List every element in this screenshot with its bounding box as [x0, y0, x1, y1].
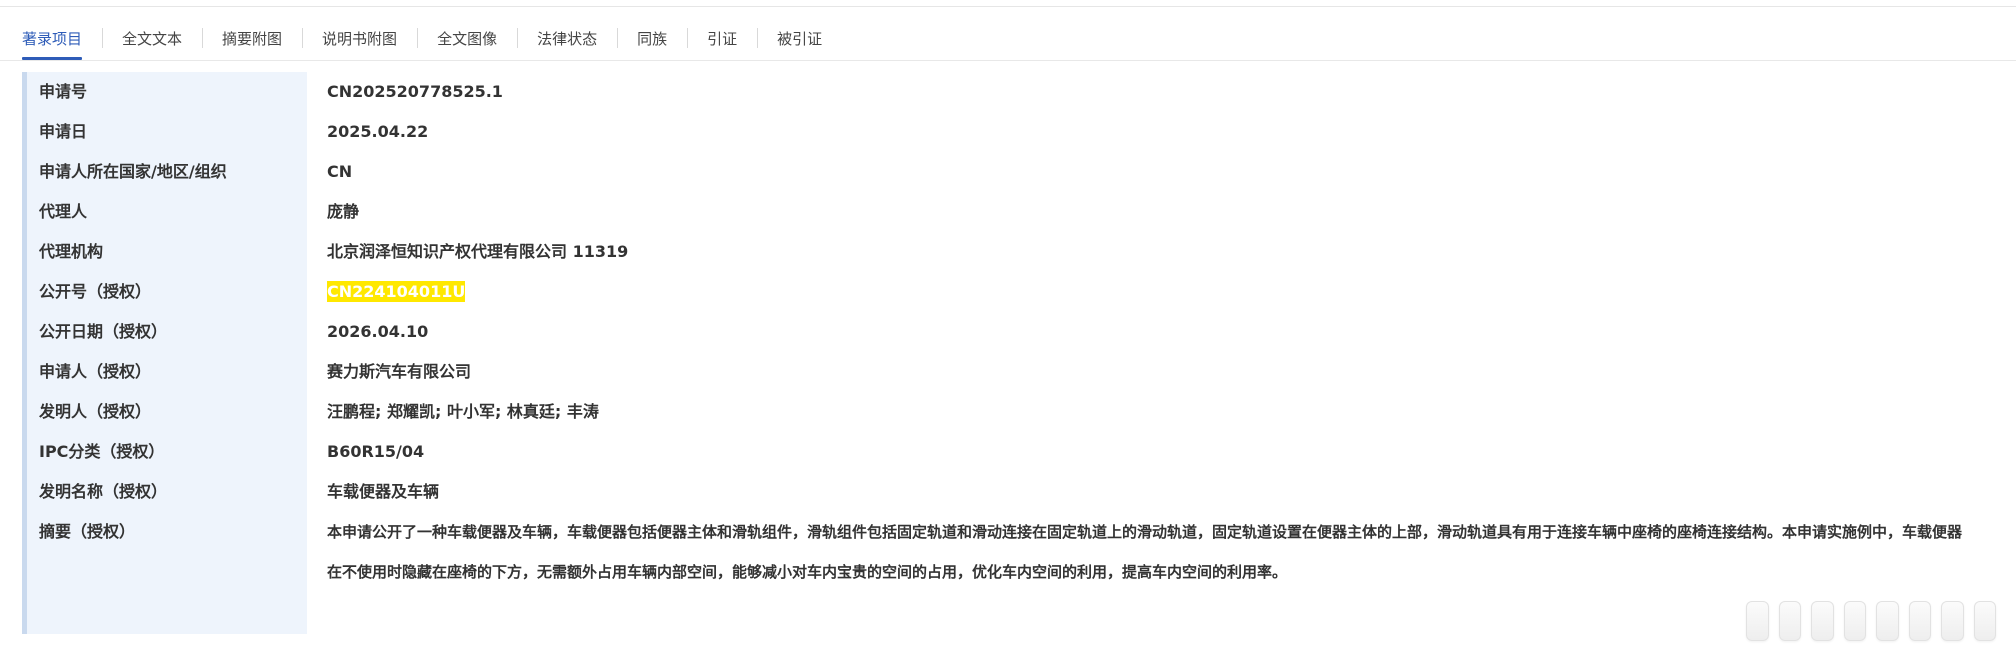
field-value: CN224104011U [307, 272, 1993, 312]
toolbar-button[interactable] [1746, 601, 1769, 641]
row-ipc: IPC分类（授权） B60R15/04 [27, 432, 1993, 472]
row-applicant: 申请人（授权） 赛力斯汽车有限公司 [27, 352, 1993, 392]
field-label: 申请号 [27, 72, 307, 112]
bibliographic-table: 申请号 CN202520778525.1 申请日 2025.04.22 申请人所… [22, 72, 1993, 634]
field-label: 申请人所在国家/地区/组织 [27, 152, 307, 192]
row-abstract: 摘要（授权） 本申请公开了一种车载便器及车辆，车载便器包括便器主体和滑轨组件，滑… [27, 512, 1993, 634]
field-value: 庞静 [327, 202, 360, 221]
row-application-no: 申请号 CN202520778525.1 [27, 72, 1993, 112]
field-label: 申请人（授权） [27, 352, 307, 392]
toolbar-button[interactable] [1843, 601, 1866, 641]
tab-family[interactable]: 同族 [617, 22, 687, 62]
tab-divider [0, 60, 2016, 61]
field-value: 车载便器及车辆 [327, 482, 440, 501]
tab-legal-status[interactable]: 法律状态 [517, 22, 617, 62]
field-value: CN202520778525.1 [327, 82, 503, 101]
toolbar-button[interactable] [1908, 601, 1931, 641]
row-agency: 代理机构 北京润泽恒知识产权代理有限公司 11319 [27, 232, 1993, 272]
toolbar-button[interactable] [1778, 601, 1801, 641]
tab-full-image[interactable]: 全文图像 [417, 22, 517, 62]
field-label: 发明名称（授权） [27, 472, 307, 512]
field-label: 申请日 [27, 112, 307, 152]
tab-description-figures[interactable]: 说明书附图 [302, 22, 417, 62]
field-label: 公开日期（授权） [27, 312, 307, 352]
toolbar-button[interactable] [1811, 601, 1834, 641]
tab-bar: 著录项目 全文文本 摘要附图 说明书附图 全文图像 法律状态 同族 引证 被引证 [20, 22, 842, 62]
row-agent: 代理人 庞静 [27, 192, 1993, 232]
tab-bibliographic[interactable]: 著录项目 [20, 22, 102, 62]
field-label: 摘要（授权） [27, 512, 307, 634]
publication-no-highlight[interactable]: CN224104011U [327, 281, 466, 302]
row-application-date: 申请日 2025.04.22 [27, 112, 1993, 152]
row-applicant-country: 申请人所在国家/地区/组织 CN [27, 152, 1993, 192]
field-value: 北京润泽恒知识产权代理有限公司 11319 [327, 242, 629, 261]
toolbar-button[interactable] [1941, 601, 1964, 641]
floating-toolbar [1746, 596, 1996, 646]
tab-citations[interactable]: 引证 [687, 22, 757, 62]
row-publication-no: 公开号（授权） CN224104011U [27, 272, 1993, 312]
tab-cited-by[interactable]: 被引证 [757, 22, 842, 62]
top-divider [0, 6, 2016, 7]
row-title: 发明名称（授权） 车载便器及车辆 [27, 472, 1993, 512]
field-value: 2026.04.10 [327, 322, 429, 341]
field-value: B60R15/04 [327, 442, 425, 461]
row-inventors: 发明人（授权） 汪鹏程; 郑耀凯; 叶小军; 林真廷; 丰涛 [27, 392, 1993, 432]
toolbar-button[interactable] [1876, 601, 1899, 641]
field-value: 汪鹏程; 郑耀凯; 叶小军; 林真廷; 丰涛 [327, 402, 599, 421]
field-label: 发明人（授权） [27, 392, 307, 432]
field-label: 代理人 [27, 192, 307, 232]
field-value: CN [327, 162, 353, 181]
field-label: 代理机构 [27, 232, 307, 272]
field-label: 公开号（授权） [27, 272, 307, 312]
abstract-text: 本申请公开了一种车载便器及车辆，车载便器包括便器主体和滑轨组件，滑轨组件包括固定… [327, 523, 1963, 581]
field-value: 2025.04.22 [327, 122, 429, 141]
toolbar-button[interactable] [1973, 601, 1996, 641]
tab-abstract-figures[interactable]: 摘要附图 [202, 22, 302, 62]
field-label: IPC分类（授权） [27, 432, 307, 472]
field-value: 赛力斯汽车有限公司 [327, 362, 472, 381]
tab-full-text[interactable]: 全文文本 [102, 22, 202, 62]
row-publication-date: 公开日期（授权） 2026.04.10 [27, 312, 1993, 352]
